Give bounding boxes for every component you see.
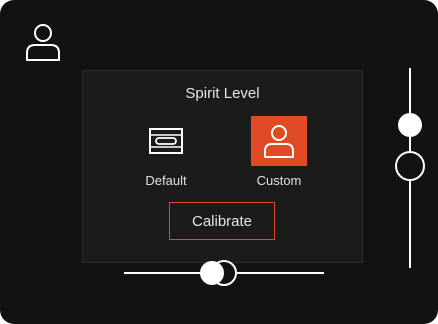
mode-custom-label: Custom — [256, 173, 302, 188]
mode-default-icon-box — [138, 116, 194, 166]
user-icon — [264, 125, 294, 158]
level-screen: Spirit Level Default Custom Calibrate — [0, 0, 438, 324]
vertical-slider-knob[interactable] — [398, 113, 422, 137]
level-icon — [149, 128, 183, 154]
horizontal-level-slider[interactable] — [124, 258, 324, 288]
calibrate-button[interactable]: Calibrate — [169, 202, 275, 240]
mode-custom-icon-box — [251, 116, 307, 166]
panel-title: Spirit Level — [185, 85, 260, 102]
vertical-slider-target — [395, 151, 425, 181]
profile-button[interactable] — [24, 22, 62, 62]
vertical-level-slider[interactable] — [393, 68, 427, 268]
user-icon — [26, 24, 60, 61]
mode-custom[interactable]: Custom — [234, 116, 324, 196]
horizontal-slider-knob[interactable] — [200, 261, 224, 285]
mode-default-label: Default — [145, 173, 187, 188]
spirit-level-panel: Spirit Level Default Custom Calibrate — [82, 70, 363, 263]
mode-default[interactable]: Default — [121, 116, 211, 196]
